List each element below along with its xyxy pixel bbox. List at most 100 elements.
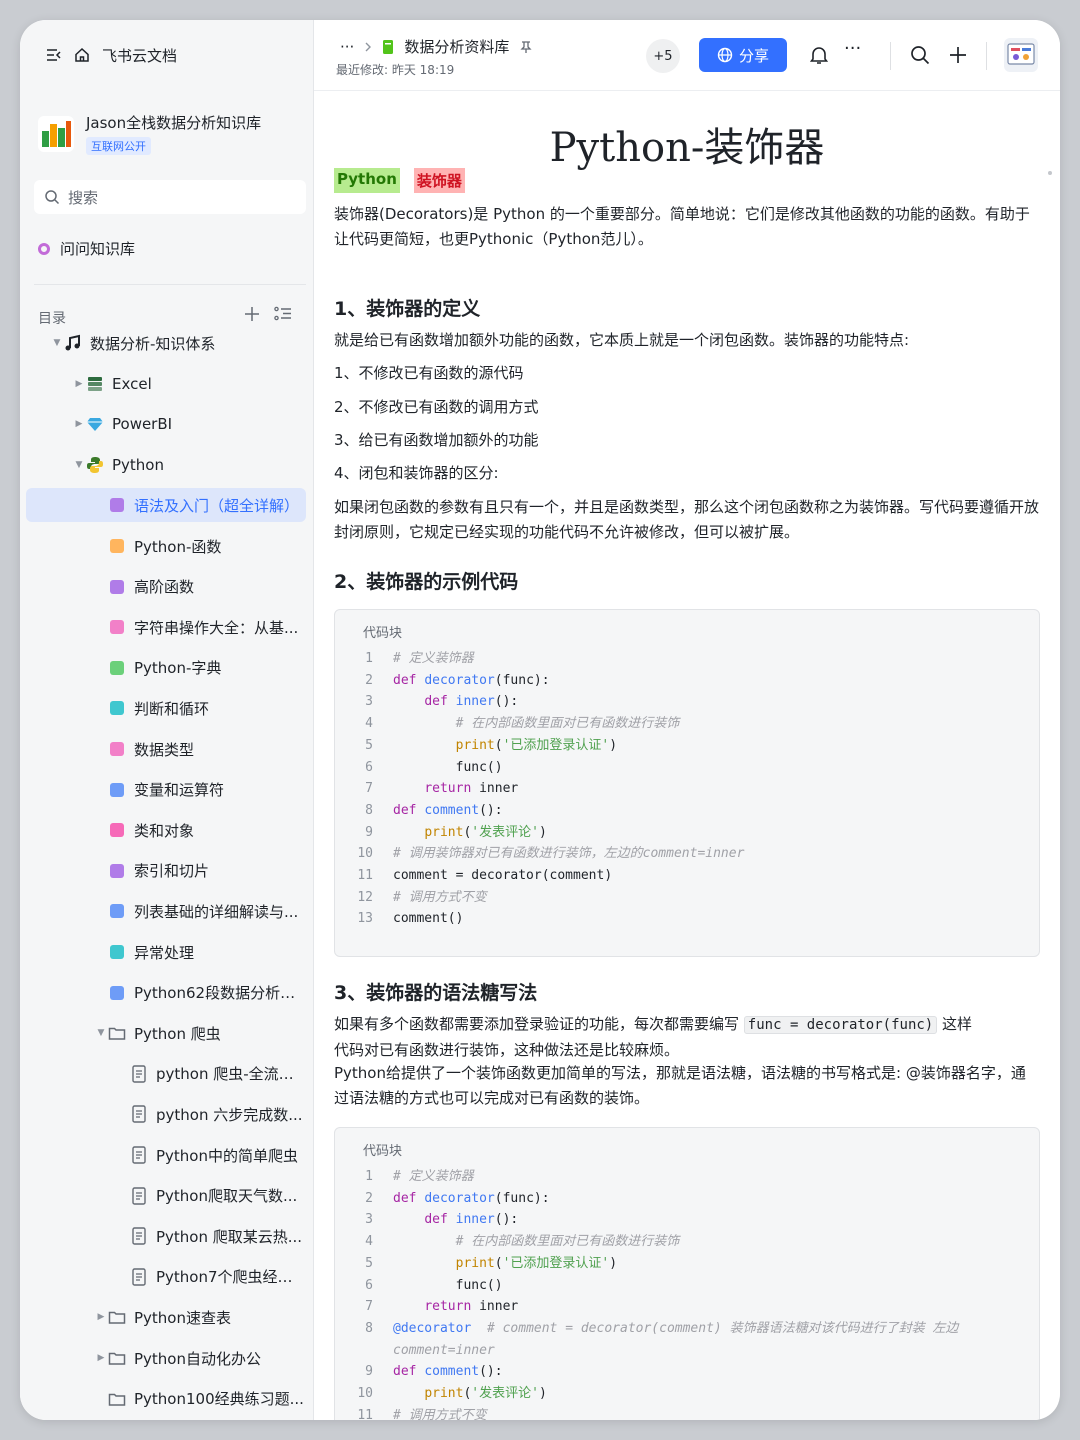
caret-right-icon[interactable]: ▶ [94,1312,108,1322]
line-number: 4 [365,716,373,732]
last-modified: 最近修改: 昨天 18:19 [336,63,455,77]
tree-item[interactable]: ▶ Python速查表 [26,1300,306,1334]
tree-item[interactable]: Python-函数 [26,529,306,563]
ask-knowledge-base[interactable]: 问问知识库 [38,238,135,259]
intro-paragraph: 装饰器(Decorators)是 Python 的一个重要部分。简单地说：它们是… [334,205,1030,248]
tree-item-label: 变量和运算符 [134,781,225,800]
code-text: def inner(): [424,694,519,710]
caret-right-icon[interactable]: ▶ [72,379,86,389]
code-text: comment = decorator(comment) [393,868,613,883]
collaborators-count[interactable]: +5 [646,39,680,73]
tree-item[interactable]: Python中的简单爬虫 [26,1138,306,1172]
code-text: # 在内部函数里面对已有函数进行装饰 [455,716,680,732]
tree-item[interactable]: 数据类型 [26,732,306,766]
add-icon[interactable] [244,306,260,322]
outline-list-icon[interactable] [274,306,292,322]
code-block[interactable]: 代码块 1 # 定义装饰器 2 def decorator(func): 3 def i… [334,609,1040,957]
user-avatar[interactable] [1004,38,1038,72]
line-number: 5 [365,1255,373,1271]
caret-right-icon[interactable]: ▶ [94,1353,108,1363]
bell-icon[interactable] [810,45,828,65]
tree-item[interactable]: ▶ Excel [26,367,306,401]
code-text: print('已添加登录认证') [455,1255,618,1271]
code-line: 2 def decorator(func): [335,1188,1039,1209]
tree-item[interactable]: Python爬取天气数... [26,1179,306,1213]
tree-item[interactable]: 列表基础的详细解读与... [26,894,306,928]
tree-item[interactable]: Python7个爬虫经典... [26,1260,306,1294]
tree-item[interactable]: ▶ PowerBI [26,407,306,441]
file-icon [130,1268,148,1286]
tree-item-label: 高阶函数 [134,578,195,597]
page-title: Python-装饰器 [549,125,825,171]
code-text: print('发表评论') [424,1386,547,1401]
code-line: comment=inner [335,1340,1039,1361]
tree-item[interactable]: ▶ Python自动化办公 [26,1341,306,1375]
search-doc-icon[interactable] [910,45,930,65]
home-icon[interactable] [74,47,90,63]
tree-item[interactable]: 字符串操作大全：从基... [26,610,306,644]
caret-down-icon[interactable]: ▼ [72,460,86,470]
caret-right-icon[interactable]: ▶ [72,419,86,429]
tree-item-label: 索引和切片 [134,862,210,881]
toc-label: 目录 [38,311,66,327]
collapse-sidebar-icon[interactable] [46,48,62,62]
pin-icon[interactable] [519,40,533,54]
space-header[interactable]: Jason全栈数据分析知识库 互联网公开 [38,112,261,155]
tree-item[interactable]: Python-字典 [26,651,306,685]
code-line: 5 print('已添加登录认证') [335,1253,1039,1274]
tree-item[interactable]: python 六步完成数... [26,1097,306,1131]
code-text: def inner(): [424,1212,519,1228]
code-line: 3 def inner(): [335,1209,1039,1230]
folder-icon [108,1024,126,1042]
definition-paragraph: 就是给已有函数增加额外功能的函数，它本质上就是一个闭包函数。装饰器的功能特点: [334,331,910,349]
tree-item[interactable]: 高阶函数 [26,570,306,604]
line-number: 8 [365,802,373,818]
tree-item[interactable]: python 爬虫-全流程... [26,1057,306,1091]
line-number: 10 [357,1386,373,1401]
breadcrumb-current[interactable]: 数据分析资料库 [404,36,509,57]
breadcrumb-ellipsis[interactable]: ··· [340,38,354,56]
tree-item[interactable]: Python100经典练习题... [26,1382,306,1416]
tree-item[interactable]: 索引和切片 [26,854,306,888]
share-button[interactable]: 分享 [699,38,787,72]
sidebar-divider [34,284,306,285]
inline-code: func = decorator(func) [743,1016,938,1034]
code-text: func() [393,1277,503,1293]
tree-item[interactable]: Python 爬取某云热... [26,1219,306,1253]
tree-item-label: Python 爬虫 [134,1024,221,1043]
music-note-icon [64,334,82,352]
caret-down-icon[interactable]: ▼ [94,1028,108,1038]
tree-item[interactable]: Python62段数据分析和... [26,976,306,1010]
tree-item[interactable]: 判断和循环 [26,691,306,725]
code-block-label: 代码块 [363,626,403,641]
file-icon [130,1227,148,1245]
caret-down-icon[interactable]: ▼ [50,338,64,348]
tree-item[interactable]: 变量和运算符 [26,773,306,807]
line-number: 2 [365,1190,373,1206]
code-line: 6 func() [335,757,1039,778]
closure-paragraph: 如果闭包函数的参数有且只有一个，并且是函数类型，那么这个闭包函数称之为装饰器。写… [334,498,1040,541]
tree-item[interactable]: 异常处理 [26,935,306,969]
code-line: 9 def comment(): [335,1361,1039,1382]
tree-item[interactable]: 类和对象 [26,813,306,847]
more-options[interactable]: ··· [844,38,861,59]
tree-item-label: Python-函数 [134,537,222,556]
tree-item-label: 类和对象 [134,821,195,840]
code-line: 2 def decorator(func): [335,670,1039,691]
code-text: # 调用方式不变 [393,1407,487,1420]
code-block[interactable]: 代码块 1 # 定义装饰器 2 def decorator(func): 3 def i… [334,1127,1040,1420]
tree-item[interactable]: ▼ 数据分析-知识体系 [26,326,306,360]
line-number: 5 [365,737,373,753]
code-line: 10 print('发表评论') [335,1383,1039,1404]
tree-item[interactable]: ▼ Python 爬虫 [26,1016,306,1050]
tree-item-label: 列表基础的详细解读与... [134,902,299,921]
search-box[interactable]: 搜索 [34,180,306,214]
tag-decorator: 装饰器 [413,168,465,193]
tree-item[interactable]: 语法及入门（超全详解） [26,488,306,523]
create-icon[interactable] [948,45,968,65]
doc-icon [108,537,126,555]
app-name[interactable]: 飞书云文档 [102,45,177,66]
tree-item[interactable]: ▼ Python [26,448,306,482]
tree-item-label: Python62段数据分析和... [134,984,306,1003]
code-line: 1 # 定义装饰器 [335,1166,1039,1187]
